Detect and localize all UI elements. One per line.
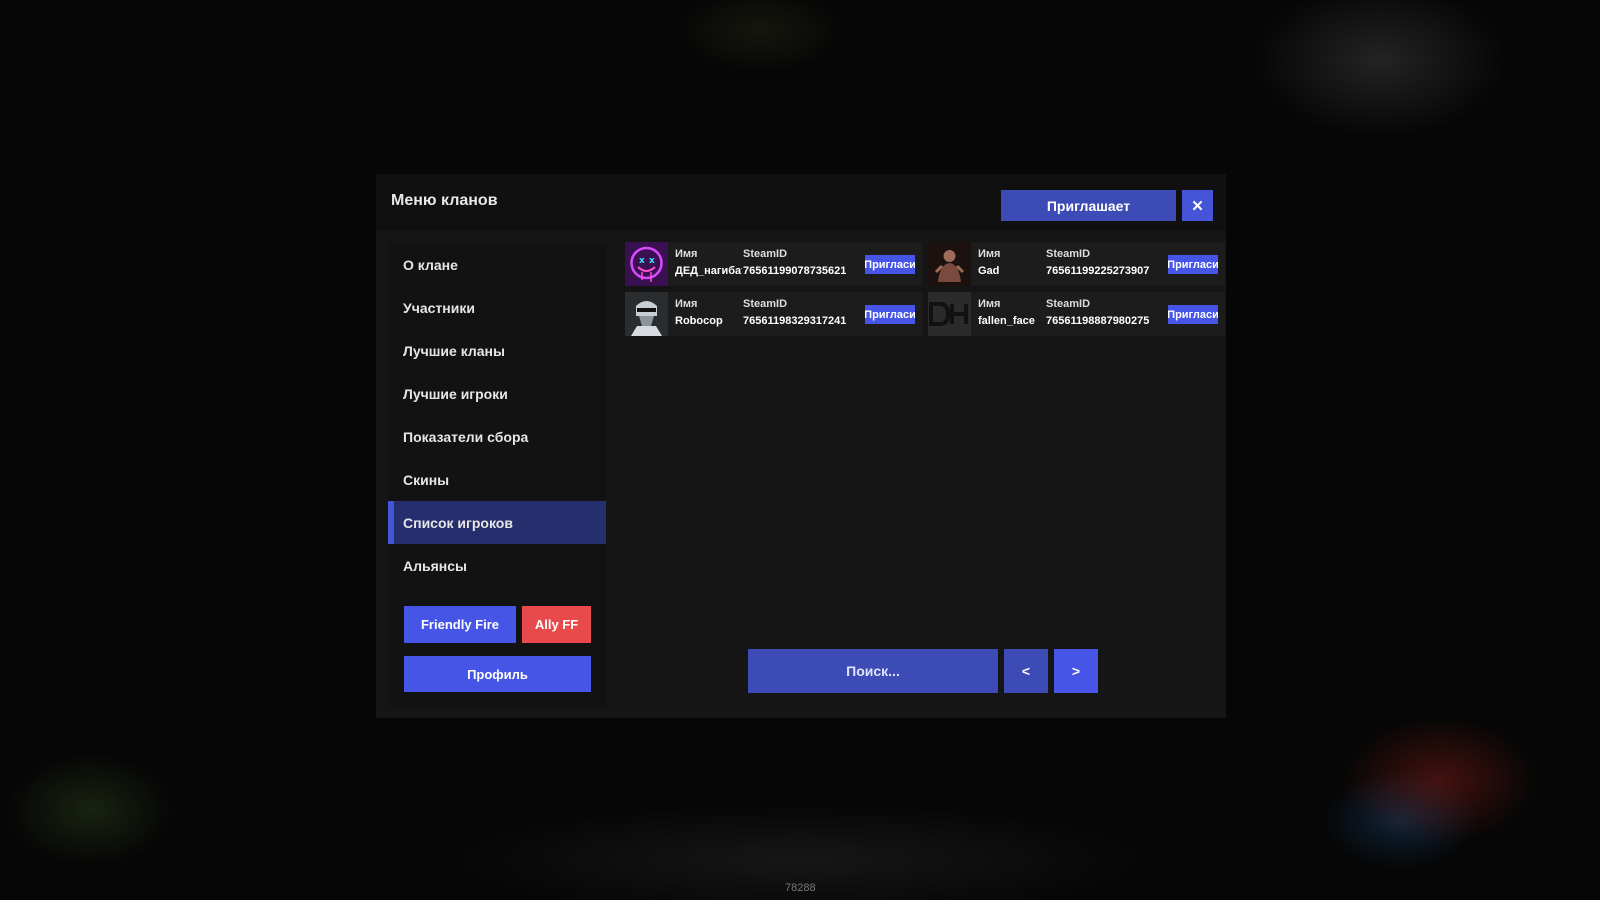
- friendly-fire-button[interactable]: Friendly Fire: [404, 606, 516, 643]
- neon-smiley-avatar-icon: x x: [625, 242, 668, 286]
- sidebar-item-label: Скины: [403, 471, 450, 488]
- close-icon[interactable]: ✕: [1182, 190, 1213, 221]
- profile-button[interactable]: Профиль: [404, 656, 591, 692]
- svg-text:x: x: [649, 256, 655, 266]
- player-name: Robocop: [675, 315, 723, 327]
- sidebar-item-label: Альянсы: [403, 557, 467, 574]
- svg-text:x: x: [639, 256, 645, 266]
- player-name: Gad: [978, 265, 1000, 277]
- sidebar-item-label: Лучшие игроки: [403, 385, 508, 402]
- player-card: x x Имя ДЕД_нагибатор SteamID 7656119907…: [625, 242, 922, 286]
- window-titlebar: Меню кланов Приглашает ✕: [376, 174, 1226, 231]
- invite-button[interactable]: Пригласи: [865, 255, 915, 274]
- sidebar-nav: О клане Участники Лучшие кланы Лучшие иг…: [388, 243, 606, 707]
- invite-button[interactable]: Пригласи: [1168, 255, 1218, 274]
- sidebar-item-alliances[interactable]: Альянсы: [388, 544, 606, 587]
- name-header: Имя: [978, 248, 1001, 260]
- sidebar-item-gather-stats[interactable]: Показатели сбора: [388, 415, 606, 458]
- player-card: Имя Gad SteamID 76561199225273907 Пригла…: [928, 242, 1225, 286]
- sidebar-item-label: Лучшие кланы: [403, 342, 505, 359]
- invites-button[interactable]: Приглашает: [1001, 190, 1176, 221]
- player-card: Имя fallen_face SteamID 7656119888798027…: [928, 292, 1225, 336]
- sidebar-item-about-clan[interactable]: О клане: [388, 243, 606, 286]
- ally-ff-button[interactable]: Ally FF: [522, 606, 591, 643]
- window-title: Меню кланов: [391, 192, 498, 209]
- search-input[interactable]: Поиск...: [748, 649, 998, 693]
- invite-button[interactable]: Пригласи: [1168, 305, 1218, 324]
- sidebar-item-player-list[interactable]: Список игроков: [388, 501, 606, 544]
- sidebar-item-top-players[interactable]: Лучшие игроки: [388, 372, 606, 415]
- dark-figure-avatar-icon: [928, 242, 971, 286]
- player-card: Имя Robocop SteamID 76561198329317241 Пр…: [625, 292, 922, 336]
- sidebar-item-label: О клане: [403, 256, 458, 273]
- name-header: Имя: [675, 298, 698, 310]
- sidebar-item-members[interactable]: Участники: [388, 286, 606, 329]
- robocop-avatar-icon: [625, 292, 668, 336]
- clan-menu-window: Меню кланов Приглашает ✕ О клане Участни…: [376, 174, 1226, 718]
- steamid-header: SteamID: [743, 298, 788, 310]
- sidebar-item-skins[interactable]: Скины: [388, 458, 606, 501]
- player-steamid: 76561199078735621: [743, 265, 847, 277]
- steamid-header: SteamID: [1046, 248, 1091, 260]
- name-header: Имя: [978, 298, 1001, 310]
- prev-page-button[interactable]: <: [1004, 649, 1048, 693]
- sidebar-item-top-clans[interactable]: Лучшие кланы: [388, 329, 606, 372]
- name-header: Имя: [675, 248, 698, 260]
- player-steamid: 76561199225273907: [1046, 265, 1150, 277]
- sidebar-item-label: Список игроков: [403, 514, 513, 531]
- player-steamid: 76561198329317241: [743, 315, 847, 327]
- sidebar-item-label: Участники: [403, 299, 475, 316]
- player-name: fallen_face: [978, 315, 1035, 327]
- player-name: ДЕД_нагибатор: [675, 265, 742, 277]
- footer-number: 78288: [785, 882, 816, 894]
- dh-logo-avatar-icon: [928, 292, 971, 336]
- next-page-button[interactable]: >: [1054, 649, 1098, 693]
- player-steamid: 76561198887980275: [1046, 315, 1150, 327]
- steamid-header: SteamID: [743, 248, 788, 260]
- steamid-header: SteamID: [1046, 298, 1091, 310]
- sidebar-item-label: Показатели сбора: [403, 428, 529, 445]
- invite-button[interactable]: Пригласи: [865, 305, 915, 324]
